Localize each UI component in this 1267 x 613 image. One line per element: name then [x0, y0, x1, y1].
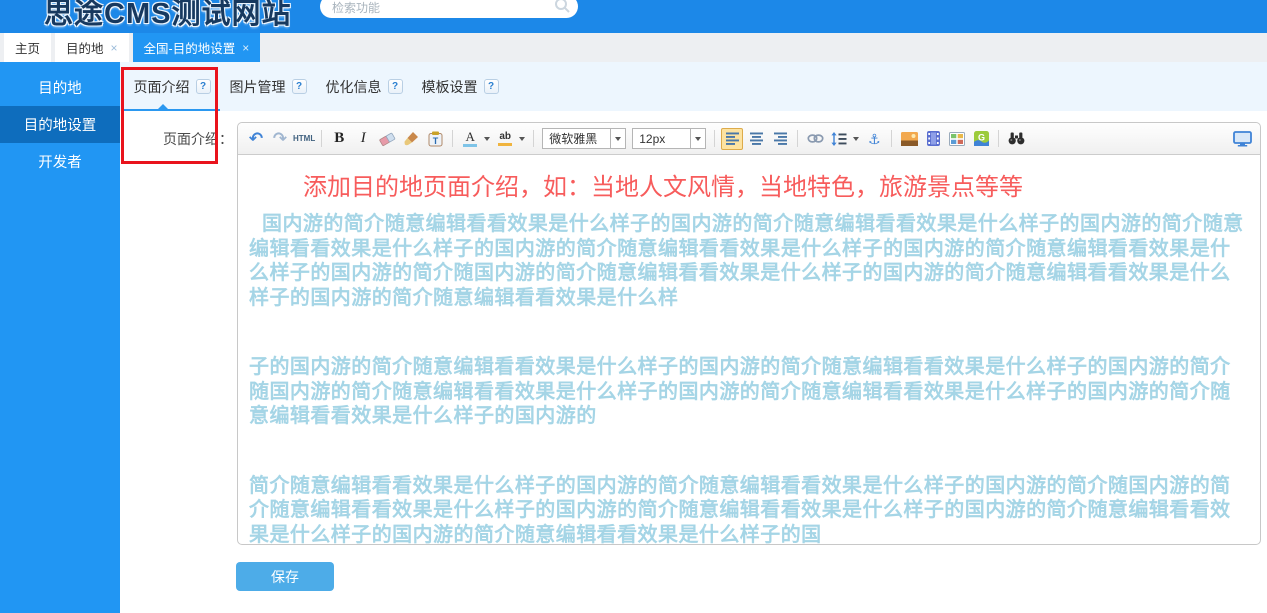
align-left-button[interactable] [721, 128, 743, 150]
highlight-letters: ab [499, 132, 511, 142]
help-icon[interactable]: ? [388, 79, 403, 94]
window-tab-destination-settings[interactable]: 全国-目的地设置 × [133, 33, 261, 62]
window-tab-label: 全国-目的地设置 [144, 38, 236, 57]
tab-template-settings[interactable]: 模板设置 ? [412, 62, 508, 111]
sidebar-item-destination-settings[interactable]: 目的地设置 [0, 106, 120, 143]
italic-label: I [358, 130, 369, 147]
paste-letter: T [432, 136, 438, 146]
toolbar-divider [452, 130, 453, 147]
insert-map-icon[interactable]: G [970, 128, 992, 150]
chevron-down-icon [690, 129, 705, 148]
window-tab-label: 主页 [15, 38, 40, 57]
font-size-value: 12px [633, 129, 690, 148]
editor-heading: 添加目的地页面介绍，如：当地人文风情，当地特色，旅游景点等等 [249, 167, 1249, 202]
close-icon[interactable]: × [111, 41, 118, 55]
fullscreen-icon[interactable] [1231, 128, 1253, 150]
font-color-bar [463, 144, 477, 147]
font-color-letter: A [466, 130, 475, 143]
map-letter: G [978, 133, 985, 143]
content-tab-bar: 页面介绍 ? 图片管理 ? 优化信息 ? 模板设置 ? [120, 62, 1267, 111]
align-right-button[interactable] [769, 128, 791, 150]
editor-paragraph: 国内游的简介随意编辑看看效果是什么样子的国内游的简介随意编辑看看效果是什么样子的… [249, 212, 1249, 310]
editor-paragraph: 简介随意编辑看看效果是什么样子的国内游的简介随意编辑看看效果是什么样子的国内游的… [249, 474, 1249, 546]
search-icon[interactable] [554, 0, 570, 18]
chevron-down-icon [610, 129, 625, 148]
editor-paragraph: 子的国内游的简介随意编辑看看效果是什么样子的国内游的简介随意编辑看看效果是什么样… [249, 355, 1249, 429]
anchor-icon[interactable]: ⚓ [863, 128, 885, 150]
close-icon[interactable]: × [242, 41, 249, 55]
chevron-down-icon[interactable] [519, 137, 525, 141]
toolbar-divider [998, 130, 999, 147]
toolbar-divider [797, 130, 798, 147]
app-window: 思途CMS测试网站 主页 目的地 × 全国-目的地设置 × 目的地 [0, 0, 1267, 613]
toolbar-divider [714, 130, 715, 147]
font-family-value: 微软雅黑 [543, 129, 610, 148]
rich-text-editor: ↶ ↷ HTML B I [237, 122, 1261, 545]
highlight-bar [498, 143, 512, 146]
editor-content[interactable]: 添加目的地页面介绍，如：当地人文风情，当地特色，旅游景点等等 国内游的简介随意编… [238, 155, 1260, 545]
highlight-color-button[interactable]: ab [494, 128, 516, 150]
insert-image-icon[interactable] [898, 128, 920, 150]
toolbar-divider [533, 130, 534, 147]
global-search [320, 0, 578, 18]
toolbar-divider [321, 130, 322, 147]
html-label: HTML [293, 134, 315, 143]
redo-icon[interactable]: ↷ [269, 128, 291, 150]
sidebar-item-destination[interactable]: 目的地 [0, 69, 120, 106]
tab-image-management[interactable]: 图片管理 ? [220, 62, 316, 111]
chevron-down-icon[interactable] [853, 137, 859, 141]
window-tab-home[interactable]: 主页 [4, 33, 51, 62]
format-brush-icon[interactable] [400, 128, 422, 150]
sidebar-item-developer[interactable]: 开发者 [0, 143, 120, 180]
help-icon[interactable]: ? [484, 79, 499, 94]
toolbar-divider [891, 130, 892, 147]
search-input[interactable] [332, 1, 554, 15]
image-gallery-icon[interactable] [946, 128, 968, 150]
line-height-icon[interactable] [828, 128, 850, 150]
tab-label: 图片管理 [230, 77, 286, 97]
tab-label: 模板设置 [422, 77, 478, 97]
align-center-button[interactable] [745, 128, 767, 150]
sidebar-item-label: 目的地 [38, 77, 82, 98]
annotation-red-box [121, 67, 218, 164]
eraser-icon[interactable] [376, 128, 398, 150]
italic-button[interactable]: I [352, 128, 374, 150]
bold-button[interactable]: B [328, 128, 350, 150]
tab-seo-info[interactable]: 优化信息 ? [316, 62, 412, 111]
undo-icon[interactable]: ↶ [245, 128, 267, 150]
top-bar: 思途CMS测试网站 [0, 0, 1267, 33]
bold-label: B [334, 130, 344, 147]
sidebar-item-label: 目的地设置 [24, 114, 97, 135]
font-color-button[interactable]: A [459, 128, 481, 150]
font-family-select[interactable]: 微软雅黑 [542, 128, 626, 149]
site-logo: 思途CMS测试网站 [44, 0, 291, 32]
content-area: 页面介绍 ? 图片管理 ? 优化信息 ? 模板设置 ? 页面介绍： ↶ ↷ HT… [120, 62, 1267, 613]
window-tab-bar: 主页 目的地 × 全国-目的地设置 × [0, 33, 1267, 62]
window-tab-destination[interactable]: 目的地 × [55, 33, 129, 62]
sidebar: 目的地 目的地设置 开发者 [0, 62, 120, 613]
tab-label: 优化信息 [326, 77, 382, 97]
insert-link-icon[interactable] [804, 128, 826, 150]
sidebar-item-label: 开发者 [38, 151, 82, 172]
help-icon[interactable]: ? [292, 79, 307, 94]
chevron-down-icon[interactable] [484, 137, 490, 141]
save-button[interactable]: 保存 [236, 562, 334, 591]
insert-video-icon[interactable] [922, 128, 944, 150]
paste-text-icon[interactable]: T [424, 128, 446, 150]
undo-glyph: ↶ [249, 130, 263, 147]
find-replace-icon[interactable] [1005, 128, 1027, 150]
editor-toolbar: ↶ ↷ HTML B I [238, 123, 1260, 155]
redo-glyph: ↷ [273, 130, 287, 147]
font-size-select[interactable]: 12px [632, 128, 706, 149]
html-source-button[interactable]: HTML [293, 128, 315, 150]
anchor-glyph: ⚓ [868, 132, 881, 146]
window-tab-label: 目的地 [66, 38, 104, 57]
